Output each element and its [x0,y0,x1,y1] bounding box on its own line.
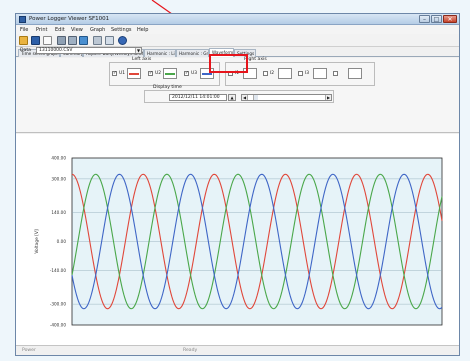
menu-graph[interactable]: Graph [90,27,105,33]
tab-harmonic-graph[interactable]: Harmonic : Graph [176,49,209,57]
status-bar: Power Ready [16,345,459,355]
waveform-settings-panel: Data 13110000.CSV ▼ Left axis ✓ U1 ✓ U2 … [16,47,459,133]
menu-help[interactable]: Help [137,27,148,33]
waveform-chart-pane: 400.00 300.00 140.00 0.00 -140.00 -300.00 -400… [16,134,459,347]
chart-icon[interactable] [105,36,114,45]
chevron-down-icon: ▼ [135,48,141,53]
checkbox-i3[interactable] [298,71,303,76]
new-document-icon[interactable] [43,36,52,45]
checkbox-u3[interactable]: ✓ [184,71,189,76]
color-swatch-u2[interactable] [163,68,177,79]
scroll-thumb[interactable] [253,95,258,100]
title-bar[interactable]: Power Logger Viewer SF1001 – □ ✕ [16,14,459,25]
time-scrollbar[interactable]: ◀ ▶ [241,94,332,101]
menu-file[interactable]: File [20,27,28,33]
toolbar [16,34,459,47]
color-swatch-i1[interactable] [243,68,257,79]
minimize-button[interactable]: – [419,15,430,23]
channel-label-u1: U1 [119,71,126,76]
data-file-value: 13110000.CSV [39,48,73,53]
data-label: Data [20,48,31,53]
open-folder-icon[interactable] [19,36,28,45]
y-tick-label: -140.00 [50,268,66,273]
scroll-left-icon[interactable]: ◀ [242,95,248,100]
menu-bar: File Print Edit View Graph Settings Help [16,25,459,34]
display-time-field[interactable]: 2012/12/11 14:01:00 [169,94,227,101]
display-time-group: 2012/12/11 14:01:00 ▲ ◀ ▶ [144,90,334,103]
app-window: Power Logger Viewer SF1001 – □ ✕ File Pr… [15,13,460,356]
help-icon[interactable] [118,36,127,45]
color-swatch-u1[interactable] [127,68,141,79]
color-swatch-in[interactable] [348,68,362,79]
menu-edit[interactable]: Edit [55,27,65,33]
save-icon[interactable] [31,36,40,45]
status-left: Power [22,348,36,353]
y-tick-label: 300.00 [51,176,66,181]
spinner-icon: ▲ [229,95,235,100]
checkbox-i2[interactable] [263,71,268,76]
scroll-right-icon[interactable]: ▶ [325,95,331,100]
right-axis-group: I1 I2 I3 [225,62,375,86]
copy-icon[interactable] [79,36,88,45]
print-icon[interactable] [57,36,66,45]
checkbox-in[interactable] [333,71,338,76]
channel-label-i2: I2 [270,71,275,76]
menu-print[interactable]: Print [36,27,48,33]
app-icon [19,16,26,23]
close-button[interactable]: ✕ [443,15,457,23]
channel-label-i1: I1 [235,71,240,76]
color-swatch-i3[interactable] [313,68,327,79]
y-tick-label: -300.00 [50,302,66,307]
y-tick-label: 140.00 [51,210,66,215]
print-preview-icon[interactable] [68,36,77,45]
y-tick-label: 400.00 [51,156,66,161]
y-tick-label: -400.00 [50,323,66,328]
settings-icon[interactable] [93,36,102,45]
tab-waveform[interactable]: Waveform [209,48,234,57]
channel-label-i3: I3 [305,71,310,76]
menu-view[interactable]: View [71,27,83,33]
y-axis-label: Voltage [V] [34,229,40,254]
color-swatch-u3[interactable] [200,68,214,79]
menu-settings[interactable]: Settings [111,27,132,33]
checkbox-u2[interactable]: ✓ [148,71,153,76]
tab-settings[interactable]: Settings [234,49,256,57]
waveform-chart: 400.00 300.00 140.00 0.00 -140.00 -300.00 -400… [34,156,443,328]
data-file-combo[interactable]: 13110000.CSV ▼ [36,47,142,54]
window-title: Power Logger Viewer SF1001 [29,16,110,22]
checkbox-i1[interactable] [228,71,233,76]
maximize-button[interactable]: □ [431,15,442,23]
display-time-value: 2012/12/11 14:01:00 [172,95,220,100]
left-axis-group: ✓ U1 ✓ U2 ✓ U3 [109,62,220,86]
checkbox-u1[interactable]: ✓ [112,71,117,76]
channel-label-u3: U3 [191,71,198,76]
time-spinner[interactable]: ▲ [228,94,236,101]
status-center: Ready [183,348,198,353]
channel-label-u2: U2 [155,71,162,76]
color-swatch-i2[interactable] [278,68,292,79]
tab-harmonic-list[interactable]: Harmonic : List [144,49,176,57]
y-tick-label: 0.00 [57,239,67,244]
